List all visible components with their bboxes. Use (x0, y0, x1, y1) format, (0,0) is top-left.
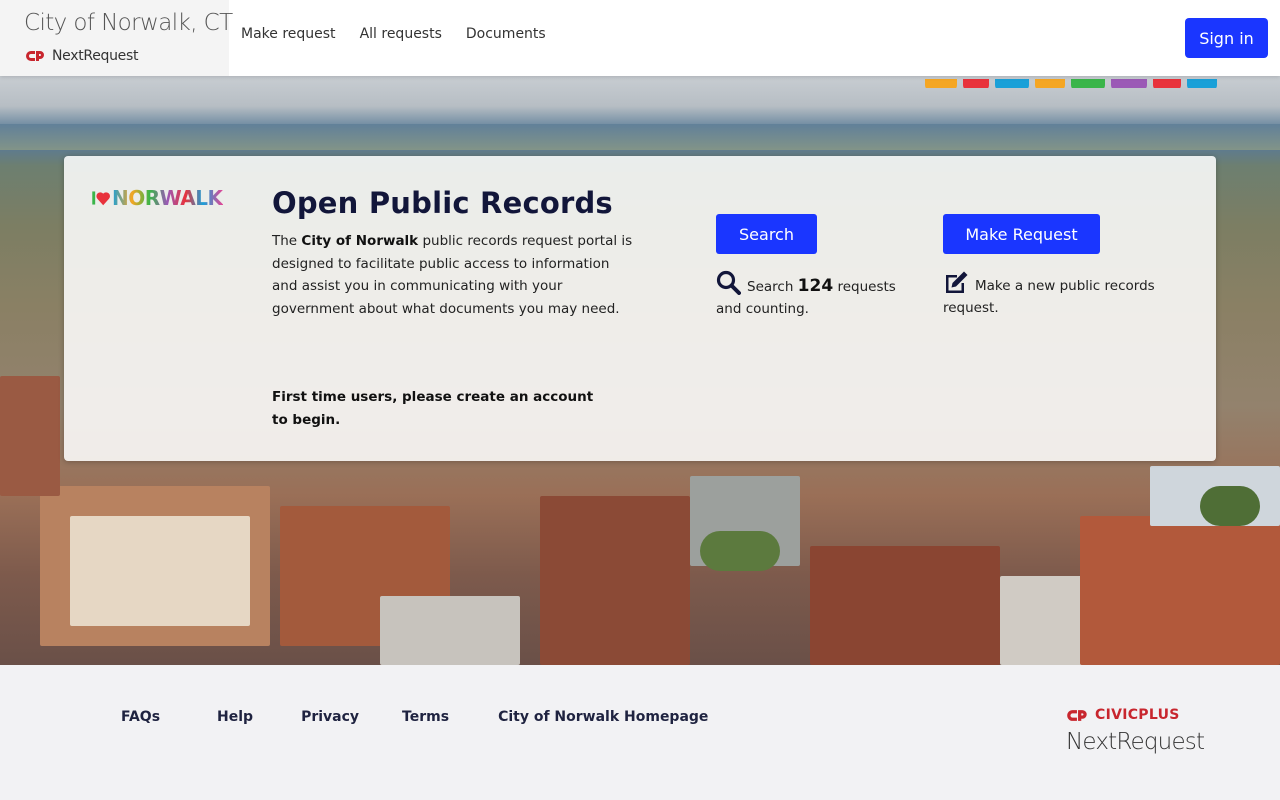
hero-trees (700, 531, 780, 571)
sign-in-button[interactable]: Sign in (1185, 18, 1268, 58)
search-description: Search 124 requests and counting. (716, 270, 906, 320)
hero-water (0, 124, 1280, 150)
footer-link-terms[interactable]: Terms (402, 709, 449, 725)
edit-icon (946, 271, 968, 293)
footer-link-help[interactable]: Help (217, 709, 253, 725)
hero-building (70, 516, 250, 626)
civicplus-text: CIVICPLUS (1095, 707, 1180, 723)
org-name[interactable]: City of Norwalk, CT (24, 10, 233, 36)
hero-card: NORWALK Open Public Records The City of … (64, 156, 1216, 461)
hero-norwalk-sign (925, 76, 1240, 88)
hero-building (0, 376, 60, 496)
civicplus-logo-icon (1067, 709, 1087, 721)
hero-building (380, 596, 520, 665)
request-count: 124 (797, 276, 834, 296)
i-love-norwalk-logo: NORWALK (92, 186, 223, 210)
intro-prefix: The (272, 233, 302, 249)
hero-building (1080, 516, 1280, 665)
nav-make-request[interactable]: Make request (241, 26, 336, 42)
page-title: Open Public Records (272, 186, 613, 220)
make-request-description: Make a new public records request. (943, 270, 1173, 319)
nextrequest-footer-brand: NextRequest (1066, 729, 1205, 755)
hero-building (540, 496, 690, 665)
hero-building (810, 546, 1000, 665)
search-icon (716, 270, 741, 295)
logo-text: NORWALK (112, 186, 223, 210)
make-desc-text: Make a new public records request. (943, 278, 1155, 316)
search-prefix: Search (747, 279, 798, 295)
product-name: NextRequest (52, 48, 139, 64)
heart-icon (92, 191, 110, 206)
footer-links: FAQs Help Privacy Terms City of Norwalk … (121, 709, 708, 725)
civicplus-logo-icon (26, 51, 44, 61)
search-button[interactable]: Search (716, 214, 817, 254)
footer-link-privacy[interactable]: Privacy (301, 709, 359, 725)
footer: FAQs Help Privacy Terms City of Norwalk … (0, 665, 1280, 800)
footer-link-faqs[interactable]: FAQs (121, 709, 160, 725)
nav-documents[interactable]: Documents (466, 26, 546, 42)
top-nav-bar: City of Norwalk, CT NextRequest Make req… (0, 0, 1280, 76)
intro-city: City of Norwalk (301, 233, 419, 249)
footer-link-homepage[interactable]: City of Norwalk Homepage (498, 709, 708, 725)
main-nav: Make request All requests Documents (241, 26, 546, 42)
nextrequest-brand: NextRequest (25, 48, 138, 64)
brand-block[interactable]: City of Norwalk, CT NextRequest (0, 0, 233, 76)
make-request-button[interactable]: Make Request (943, 214, 1100, 254)
nav-all-requests[interactable]: All requests (360, 26, 442, 42)
hero-trees (1200, 486, 1260, 526)
intro-text: The City of Norwalk public records reque… (272, 230, 637, 320)
first-time-notice: First time users, please create an accou… (272, 389, 594, 428)
civicplus-brand[interactable]: CIVICPLUS (1066, 707, 1180, 723)
